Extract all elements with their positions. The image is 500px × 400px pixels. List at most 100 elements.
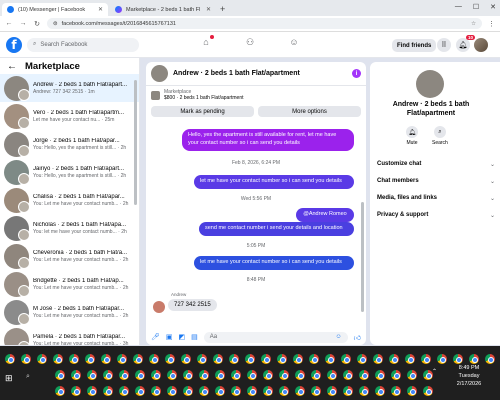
chat-scrollbar[interactable]	[361, 202, 364, 312]
chat-title[interactable]: Andrew · 2 beds 1 bath Flat/apartment	[173, 70, 347, 77]
notifications-bell-icon[interactable]: 🔔︎ 10	[456, 35, 475, 52]
taskbar-chrome-window[interactable]	[388, 368, 403, 382]
taskbar-chrome-window[interactable]	[178, 352, 193, 366]
taskbar-chrome-window[interactable]	[148, 384, 163, 398]
taskbar-chrome-window[interactable]	[420, 384, 435, 398]
taskbar-chrome-window[interactable]	[148, 368, 163, 382]
taskbar-chrome-window[interactable]	[2, 352, 17, 366]
conversation-scrollbar[interactable]	[134, 80, 137, 205]
taskbar-chrome-window[interactable]	[434, 352, 449, 366]
image-attach-icon[interactable]: ▣	[166, 333, 173, 341]
taskbar-chrome-window[interactable]	[356, 368, 371, 382]
microphone-icon[interactable]: 🎤︎	[151, 333, 160, 341]
menu-grid-icon[interactable]: ⠿	[437, 38, 451, 52]
taskbar-chrome-window[interactable]	[260, 368, 275, 382]
new-tab-button[interactable]: +	[220, 4, 225, 14]
back-arrow-icon[interactable]: ←	[5, 20, 13, 27]
taskbar-chrome-window[interactable]	[84, 384, 99, 398]
taskbar-chrome-window[interactable]	[68, 368, 83, 382]
taskbar-chrome-window[interactable]	[196, 368, 211, 382]
close-window-icon[interactable]: ✕	[490, 3, 496, 11]
conversation-item[interactable]: Jairiyo · 2 beds 1 bath Flat/apart... You…	[0, 158, 139, 186]
taskbar-chrome-window[interactable]	[388, 384, 403, 398]
browser-tab-marketplace[interactable]: Marketplace - 2 beds 1 bath Fl ✕	[110, 3, 216, 16]
mark-as-pending-button[interactable]: Mark as pending	[151, 106, 254, 117]
taskbar-chrome-window[interactable]	[258, 352, 273, 366]
taskbar-chrome-window[interactable]	[132, 368, 147, 382]
site-info-icon[interactable]: ⊜	[53, 21, 58, 27]
bookmark-star-icon[interactable]: ☆	[471, 21, 476, 27]
conversation-item[interactable]: Chalisa · 2 beds 1 bath Flat/apar... You:…	[0, 186, 139, 214]
gif-icon[interactable]: ▤	[191, 333, 198, 341]
taskbar-chrome-window[interactable]	[308, 384, 323, 398]
more-options-button[interactable]: More options	[258, 106, 361, 117]
taskbar-chrome-window[interactable]	[68, 384, 83, 398]
emoji-icon[interactable]: ☺	[336, 334, 342, 340]
url-input[interactable]: ⊜ facebook.com/messages/t/20168456157671…	[47, 18, 482, 29]
taskbar-chrome-window[interactable]	[242, 352, 257, 366]
conversation-item[interactable]: Vero · 2 beds 1 bath Flat/apartm... Let m…	[0, 102, 139, 130]
taskbar-chrome-window[interactable]	[34, 352, 49, 366]
minimize-icon[interactable]: —	[455, 3, 462, 11]
facebook-search-input[interactable]: ⌕ Search Facebook	[27, 37, 139, 52]
taskbar-chrome-window[interactable]	[292, 368, 307, 382]
taskbar-chrome-window[interactable]	[212, 368, 227, 382]
chat-listing-thumbnail[interactable]	[151, 65, 168, 82]
taskbar-chrome-window[interactable]	[274, 352, 289, 366]
taskbar-chrome-window[interactable]	[370, 352, 385, 366]
sticker-icon[interactable]: ◩	[179, 333, 186, 341]
taskbar-chrome-window[interactable]	[340, 384, 355, 398]
taskbar-chrome-window[interactable]	[292, 384, 307, 398]
taskbar-chrome-window[interactable]	[404, 368, 419, 382]
taskbar-chrome-window[interactable]	[482, 352, 497, 366]
taskbar-chrome-window[interactable]	[338, 352, 353, 366]
conversation-info-icon[interactable]: i	[352, 69, 361, 78]
taskbar-chrome-window[interactable]	[418, 352, 433, 366]
privacy-support-item[interactable]: Privacy & support ⌄	[377, 212, 495, 219]
taskbar-chrome-window[interactable]	[98, 352, 113, 366]
message-input[interactable]: Aa ☺	[203, 331, 348, 343]
mention-message[interactable]: @Andrew Romeo	[296, 208, 354, 222]
find-friends-button[interactable]: Find friends	[392, 39, 437, 52]
taskbar-chrome-window[interactable]	[164, 368, 179, 382]
media-files-links-item[interactable]: Media, files and links ⌄	[377, 195, 495, 202]
close-tab-icon[interactable]: ✕	[206, 6, 211, 13]
taskbar-chrome-window[interactable]	[100, 368, 115, 382]
profile-avatar[interactable]	[474, 38, 488, 52]
incoming-message[interactable]: 727 342 2515	[168, 299, 217, 311]
taskbar-chrome-window[interactable]	[340, 368, 355, 382]
taskbar-chrome-window[interactable]	[324, 368, 339, 382]
thumbs-up-icon[interactable]: 👍︎	[354, 333, 361, 342]
taskbar-chrome-window[interactable]	[52, 368, 67, 382]
taskbar-chrome-window[interactable]	[180, 384, 195, 398]
taskbar-chrome-window[interactable]	[52, 384, 67, 398]
search-button[interactable]: ⌕ Search	[432, 126, 448, 146]
taskbar-chrome-window[interactable]	[322, 352, 337, 366]
conversation-item[interactable]: Andrew · 2 beds 1 bath Flat/apart... Andr…	[0, 74, 139, 102]
taskbar-chrome-window[interactable]	[212, 384, 227, 398]
windows-start-icon[interactable]: ⊞	[5, 373, 15, 383]
customize-chat-item[interactable]: Customize chat ⌄	[377, 161, 495, 168]
taskbar-search-icon[interactable]: ⌕	[26, 373, 30, 381]
conversation-item[interactable]: Bridgette · 2 beds 1 bath Flat/ap... You:…	[0, 270, 139, 298]
taskbar-chrome-window[interactable]	[354, 352, 369, 366]
taskbar-chrome-window[interactable]	[66, 352, 81, 366]
taskbar-chrome-window[interactable]	[146, 352, 161, 366]
groups-icon[interactable]: ☺	[288, 36, 300, 48]
taskbar-chrome-window[interactable]	[226, 352, 241, 366]
home-icon[interactable]: ⌂	[200, 35, 214, 48]
taskbar-chrome-window[interactable]	[290, 352, 305, 366]
taskbar-chrome-window[interactable]	[386, 352, 401, 366]
outgoing-message[interactable]: send me contact number i send your detai…	[199, 222, 354, 236]
taskbar-chrome-window[interactable]	[244, 384, 259, 398]
taskbar-chrome-window[interactable]	[196, 384, 211, 398]
taskbar-chrome-window[interactable]	[402, 352, 417, 366]
tray-chevron-icon[interactable]: ⌃	[432, 368, 437, 375]
listing-summary[interactable]: Marketplace $800 · 2 beds 1 bath Flat/ap…	[146, 86, 366, 104]
friends-icon[interactable]: ⚇	[244, 36, 256, 48]
taskbar-chrome-window[interactable]	[100, 384, 115, 398]
maximize-icon[interactable]: ☐	[473, 3, 479, 11]
taskbar-chrome-window[interactable]	[82, 352, 97, 366]
conversation-item[interactable]: Jorge · 2 beds 1 bath Flat/apar... You: H…	[0, 130, 139, 158]
taskbar-chrome-window[interactable]	[116, 368, 131, 382]
